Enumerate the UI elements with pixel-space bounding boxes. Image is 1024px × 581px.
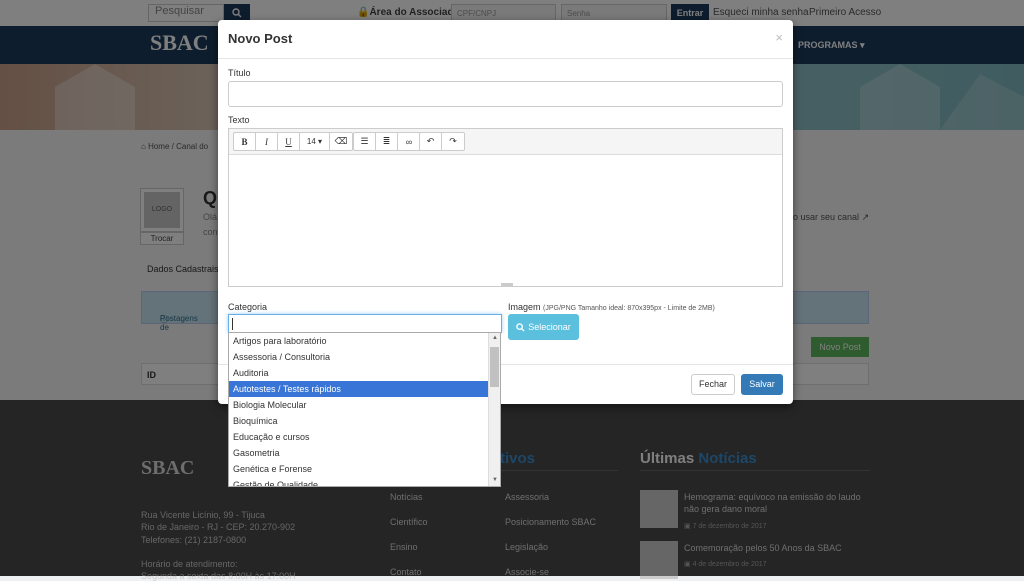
editor-toolbar: B I U 14 ▾ ⌫ ☰ ≣ ∞ ↶ ↷: [229, 129, 782, 155]
categoria-label: Categoria: [228, 302, 268, 312]
redo-icon[interactable]: ↷: [442, 133, 464, 150]
titulo-input[interactable]: [228, 81, 783, 107]
link-icon[interactable]: ∞: [398, 133, 420, 150]
titulo-label: Título: [228, 68, 251, 78]
dropdown-option[interactable]: Assessoria / Consultoria: [229, 349, 489, 365]
imagem-label: Imagem (JPG/PNG Tamanho ideal: 870x395px…: [508, 302, 715, 312]
unordered-list-icon[interactable]: ☰: [354, 133, 376, 150]
dropdown-scrollbar[interactable]: ▲ ▼: [488, 333, 500, 486]
texto-label: Texto: [228, 115, 250, 125]
fechar-button[interactable]: Fechar: [691, 374, 735, 395]
list-group: ☰ ≣ ∞: [353, 132, 421, 151]
scroll-up-icon[interactable]: ▲: [492, 335, 498, 341]
dropdown-option[interactable]: Biologia Molecular: [229, 397, 489, 413]
close-icon[interactable]: ×: [775, 30, 783, 45]
dropdown-option[interactable]: Gestão de Qualidade: [229, 477, 489, 486]
scroll-down-icon[interactable]: ▼: [492, 477, 498, 483]
ordered-list-icon[interactable]: ≣: [376, 133, 398, 150]
selecionar-button[interactable]: Selecionar: [508, 314, 579, 340]
salvar-button[interactable]: Salvar: [741, 374, 783, 395]
eraser-icon[interactable]: ⌫: [330, 133, 352, 150]
scrollbar-thumb[interactable]: [490, 347, 499, 387]
dropdown-option[interactable]: Artigos para laboratório: [229, 333, 489, 349]
dropdown-option[interactable]: Gasometria: [229, 445, 489, 461]
text-cursor: [232, 318, 233, 330]
dropdown-option[interactable]: Genética e Forense: [229, 461, 489, 477]
history-group: ↶ ↷: [419, 132, 465, 151]
dropdown-option[interactable]: Bioquímica: [229, 413, 489, 429]
categoria-dropdown[interactable]: Artigos para laboratório Assessoria / Co…: [228, 332, 501, 487]
bold-button[interactable]: B: [234, 133, 256, 150]
search-icon: [516, 322, 525, 332]
undo-icon[interactable]: ↶: [420, 133, 442, 150]
format-group: B I U 14 ▾ ⌫: [233, 132, 353, 151]
italic-button[interactable]: I: [256, 133, 278, 150]
font-size-dropdown[interactable]: 14 ▾: [300, 133, 330, 150]
resize-handle[interactable]: [501, 283, 513, 287]
dropdown-option[interactable]: Auditoria: [229, 365, 489, 381]
modal-title: Novo Post: [228, 31, 293, 46]
text-editor[interactable]: B I U 14 ▾ ⌫ ☰ ≣ ∞ ↶ ↷: [228, 128, 783, 287]
underline-button[interactable]: U: [278, 133, 300, 150]
dropdown-option[interactable]: Educação e cursos: [229, 429, 489, 445]
categoria-input[interactable]: [228, 314, 502, 333]
modal-header-divider: [218, 58, 793, 59]
dropdown-option-selected[interactable]: Autotestes / Testes rápidos: [229, 381, 489, 397]
